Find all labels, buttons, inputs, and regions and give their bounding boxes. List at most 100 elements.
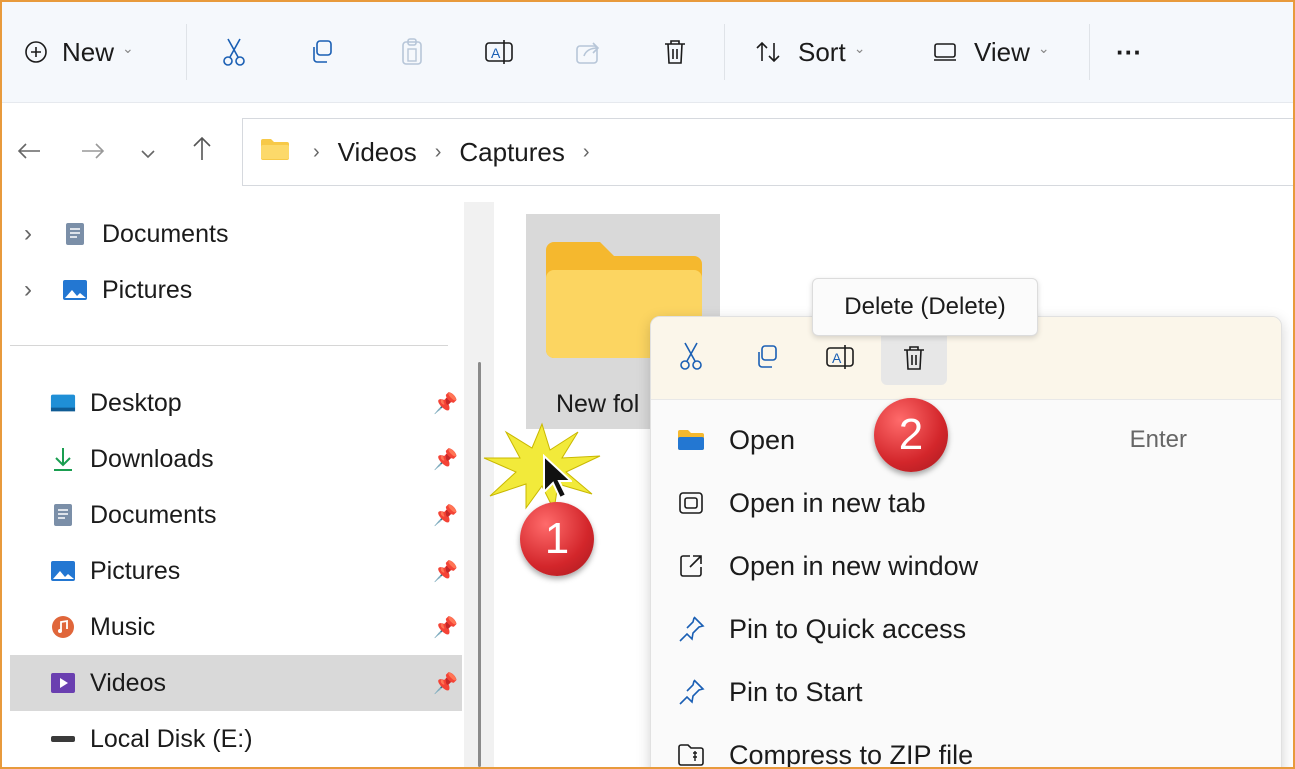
share-icon <box>574 38 602 66</box>
sidebar-item-pictures-tree[interactable]: › Pictures <box>24 262 192 318</box>
zip-folder-icon <box>677 743 705 767</box>
breadcrumb-item-videos[interactable]: Videos <box>338 137 417 168</box>
menu-item-open-new-tab[interactable]: Open in new tab <box>677 478 926 528</box>
sidebar-item-pictures[interactable]: Pictures 📌 <box>50 543 458 599</box>
file-explorer-window: New ⌄ A Sort ⌄ View ⌄ ··· › Videos › Cap… <box>0 0 1295 769</box>
address-bar[interactable]: › Videos › Captures › <box>242 118 1293 186</box>
chevron-right-icon[interactable]: › <box>24 220 32 248</box>
pin-icon: 📌 <box>433 560 458 583</box>
document-icon <box>62 223 88 245</box>
delete-tooltip: Delete (Delete) <box>812 278 1038 336</box>
sidebar-item-downloads[interactable]: Downloads 📌 <box>50 431 458 487</box>
copy-icon <box>758 345 777 368</box>
menu-item-label: Compress to ZIP file <box>729 739 974 769</box>
view-button[interactable]: View ⌄ <box>932 30 1050 74</box>
share-button[interactable] <box>574 30 602 74</box>
sidebar-item-label: Documents <box>102 219 229 248</box>
pin-icon: 📌 <box>433 392 458 415</box>
step-badge-2: 2 <box>874 398 948 472</box>
copy-menu-button[interactable] <box>753 343 781 376</box>
picture-icon <box>50 560 76 582</box>
sidebar-item-desktop[interactable]: Desktop 📌 <box>50 375 458 431</box>
sidebar-item-documents-tree[interactable]: › Documents <box>24 206 228 262</box>
menu-item-label: Pin to Quick access <box>729 613 967 644</box>
menu-item-pin-start[interactable]: Pin to Start <box>677 667 863 717</box>
paste-button[interactable] <box>398 30 426 74</box>
view-label: View <box>974 36 1030 67</box>
menu-item-label: Open <box>729 424 796 455</box>
section-divider <box>10 345 448 346</box>
chevron-right-icon[interactable]: › <box>24 276 32 304</box>
sidebar-item-label: Videos <box>90 668 166 697</box>
copy-button[interactable] <box>308 30 336 74</box>
breadcrumb-separator: › <box>313 140 320 163</box>
forward-button[interactable] <box>80 132 106 172</box>
pin-icon: 📌 <box>433 448 458 471</box>
menu-item-open[interactable]: Open Enter <box>677 415 1257 465</box>
svg-text:A: A <box>491 45 501 61</box>
menu-item-compress-zip[interactable]: Compress to ZIP file <box>677 730 974 769</box>
plus-circle-icon <box>24 40 48 64</box>
sidebar-item-label: Pictures <box>90 556 181 585</box>
folder-open-icon <box>677 429 705 451</box>
more-label: ··· <box>1116 36 1142 67</box>
rename-menu-button[interactable]: A <box>825 343 857 376</box>
trash-icon <box>904 346 924 370</box>
folder-name: New fol <box>556 390 640 418</box>
sidebar-item-music[interactable]: Music 📌 <box>50 599 458 655</box>
scissors-icon <box>220 37 248 67</box>
video-icon <box>50 672 76 694</box>
scrollbar-thumb[interactable] <box>478 362 481 767</box>
picture-icon <box>62 279 88 301</box>
cut-menu-button[interactable] <box>677 341 705 376</box>
scissors-icon <box>680 342 702 370</box>
divider <box>724 24 725 80</box>
arrow-right-icon <box>80 137 106 168</box>
view-icon <box>932 41 958 63</box>
chevron-down-icon: ⌄ <box>1037 39 1050 56</box>
download-icon <box>50 448 76 471</box>
trash-icon <box>662 38 688 66</box>
sidebar-item-label: Local Disk (E:) <box>90 724 253 753</box>
pin-icon <box>677 615 705 643</box>
recent-locations-button[interactable] <box>138 132 158 172</box>
breadcrumb-separator: › <box>582 140 590 163</box>
sort-arrows-icon <box>754 39 784 65</box>
shortcut-label: Enter <box>1129 426 1187 453</box>
sidebar-item-local-disk[interactable]: Local Disk (E:) <box>50 711 458 767</box>
sidebar-item-label: Documents <box>90 500 217 529</box>
clipboard-icon <box>398 37 426 67</box>
menu-item-open-new-window[interactable]: Open in new window <box>677 541 978 591</box>
document-icon <box>50 504 76 526</box>
arrow-left-icon <box>16 137 42 168</box>
new-button[interactable]: New ⌄ <box>24 30 134 74</box>
sidebar-item-label: Music <box>90 612 156 641</box>
breadcrumb-item-captures[interactable]: Captures <box>459 137 565 168</box>
pin-icon <box>677 678 705 706</box>
back-button[interactable] <box>16 132 42 172</box>
arrow-up-icon <box>190 136 214 169</box>
menu-item-pin-quick-access[interactable]: Pin to Quick access <box>677 604 966 654</box>
divider <box>186 24 187 80</box>
rename-icon: A <box>484 38 516 66</box>
menu-item-label: Open in new tab <box>729 487 926 518</box>
delete-button[interactable] <box>662 30 688 74</box>
sidebar-item-documents[interactable]: Documents 📌 <box>50 487 458 543</box>
copy-icon <box>308 38 336 66</box>
new-label: New <box>62 36 115 67</box>
cut-button[interactable] <box>220 30 248 74</box>
folder-icon <box>259 137 291 168</box>
pin-icon: 📌 <box>433 672 458 695</box>
sidebar-item-label: Downloads <box>90 444 214 473</box>
rename-button[interactable]: A <box>484 30 516 74</box>
sidebar-item-label: Pictures <box>102 275 193 304</box>
more-options-button[interactable]: ··· <box>1116 30 1142 74</box>
up-button[interactable] <box>190 132 214 172</box>
sidebar-item-videos[interactable]: Videos 📌 <box>50 655 458 711</box>
sort-button[interactable]: Sort ⌄ <box>754 30 865 74</box>
menu-item-label: Open in new window <box>729 550 979 581</box>
delete-menu-button[interactable] <box>881 331 947 385</box>
external-window-icon <box>677 553 705 579</box>
new-tab-icon <box>677 491 705 515</box>
drive-icon <box>50 728 76 750</box>
